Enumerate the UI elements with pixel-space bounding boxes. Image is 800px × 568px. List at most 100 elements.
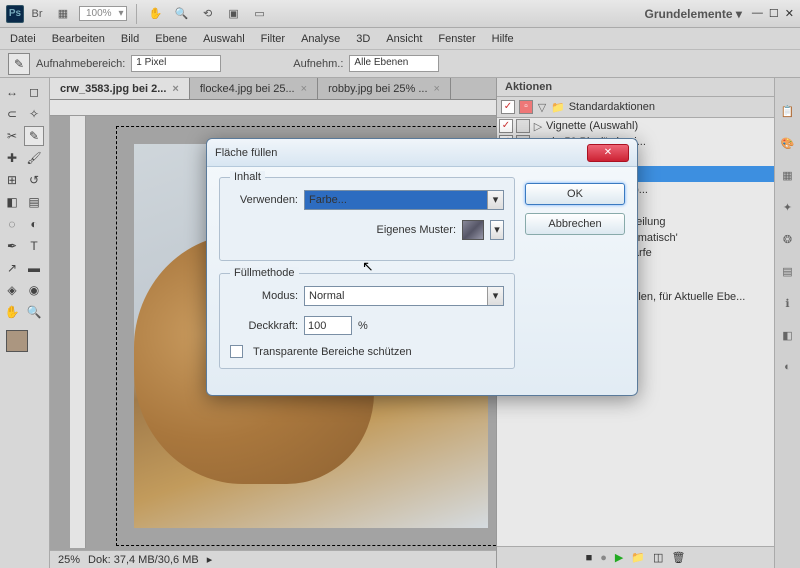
chevron-down-icon[interactable]: ▾ — [487, 287, 503, 305]
menu-auswahl[interactable]: Auswahl — [203, 33, 245, 45]
tab-crw3583[interactable]: crw_3583.jpg bei 2...× — [50, 78, 190, 99]
history-brush-tool[interactable]: ↺ — [24, 170, 44, 190]
pen-tool[interactable]: ✒ — [2, 236, 22, 256]
shape-tool[interactable]: ▬ — [24, 258, 44, 278]
eraser-tool[interactable]: ◧ — [2, 192, 22, 212]
toggle-dialog-icon[interactable] — [516, 119, 530, 133]
3d-cam-tool[interactable]: ◉ — [24, 280, 44, 300]
aufnahmebereich-select[interactable]: 1 Pixel — [131, 55, 221, 72]
info-panel-icon[interactable]: ℹ — [779, 294, 797, 312]
new-action-icon[interactable]: ◫ — [653, 551, 663, 564]
minimize-icon[interactable]: — — [752, 7, 763, 20]
status-arrow-icon[interactable]: ▸ — [207, 553, 213, 566]
blur-tool[interactable]: ◌ — [2, 214, 22, 234]
heal-tool[interactable]: ✚ — [2, 148, 22, 168]
layers-panel-icon[interactable]: ▤ — [779, 262, 797, 280]
cancel-button[interactable]: Abbrechen — [525, 213, 625, 235]
menu-bearbeiten[interactable]: Bearbeiten — [52, 33, 105, 45]
arrange-icon[interactable]: ▣ — [222, 3, 246, 25]
brush-tool[interactable]: 🖌 — [24, 148, 44, 168]
move-tool[interactable]: ↔ — [2, 82, 22, 102]
collapsed-panel-strip: 📋 🎨 ▦ ✦ ❂ ▤ ℹ ◧ ◐ — [774, 78, 800, 568]
action-label: Vignette (Auswahl) — [546, 120, 638, 132]
menu-bild[interactable]: Bild — [121, 33, 139, 45]
dialog-close-button[interactable]: ✕ — [587, 144, 629, 162]
bridge-icon[interactable]: Br — [25, 3, 49, 25]
lasso-tool[interactable]: ⊂ — [2, 104, 22, 124]
zoom-icon[interactable]: 🔍 — [170, 3, 194, 25]
toggle-dialog-icon[interactable]: ▫ — [519, 100, 533, 114]
record-icon[interactable]: ● — [600, 552, 607, 564]
menu-fenster[interactable]: Fenster — [438, 33, 475, 45]
tab-flocke4[interactable]: flocke4.jpg bei 25...× — [190, 78, 318, 99]
menu-ansicht[interactable]: Ansicht — [386, 33, 422, 45]
deckkraft-input[interactable] — [304, 316, 352, 335]
ruler-vertical — [70, 116, 86, 548]
trash-icon[interactable]: 🗑 — [671, 551, 685, 564]
fullmethode-group: Füllmethode Modus: Normal ▾ Deckkraft: %… — [219, 273, 515, 369]
close-icon[interactable]: × — [172, 83, 178, 95]
color-panel-icon[interactable]: 🎨 — [779, 134, 797, 152]
screen-mode-icon[interactable]: ▭ — [248, 3, 272, 25]
swatches-panel-icon[interactable]: ▦ — [779, 166, 797, 184]
foreground-color-swatch[interactable] — [6, 330, 28, 352]
menu-3d[interactable]: 3D — [356, 33, 370, 45]
close-icon[interactable]: ✕ — [785, 7, 794, 20]
actions-panel-title[interactable]: Aktionen — [497, 78, 774, 97]
eyedropper-tool-icon[interactable]: ✎ — [8, 53, 30, 75]
stop-icon[interactable]: ■ — [586, 552, 593, 564]
paths-panel-icon[interactable]: ◐ — [779, 358, 797, 376]
close-icon[interactable]: × — [434, 83, 440, 95]
close-icon[interactable]: × — [301, 83, 307, 95]
menu-datei[interactable]: Datei — [10, 33, 36, 45]
hand-tool[interactable]: ✋ — [2, 302, 22, 322]
ok-button[interactable]: OK — [525, 183, 625, 205]
crop-tool[interactable]: ✂ — [2, 126, 22, 146]
disclosure-icon[interactable]: ▷ — [533, 120, 543, 133]
modus-dropdown[interactable]: Normal ▾ — [304, 286, 504, 306]
3d-tool[interactable]: ◈ — [2, 280, 22, 300]
action-row[interactable]: ✓ ▷Vignette (Auswahl) — [497, 118, 774, 134]
history-panel-icon[interactable]: 📋 — [779, 102, 797, 120]
zoom-tool[interactable]: 🔍 — [24, 302, 44, 322]
disclosure-icon[interactable]: ▽ — [537, 101, 547, 114]
zoom-level[interactable]: 25% — [58, 554, 80, 566]
menu-analyse[interactable]: Analyse — [301, 33, 340, 45]
verwenden-dropdown[interactable]: Farbe... ▾ — [304, 190, 504, 210]
eyedropper-tool[interactable]: ✎ — [24, 126, 44, 146]
adjustments-panel-icon[interactable]: ❂ — [779, 230, 797, 248]
action-set-name[interactable]: Standardaktionen — [569, 101, 655, 113]
maximize-icon[interactable]: ☐ — [769, 7, 779, 20]
menu-hilfe[interactable]: Hilfe — [492, 33, 514, 45]
toggle-check-icon[interactable]: ✓ — [499, 119, 513, 133]
marquee-tool[interactable]: ◻ — [24, 82, 44, 102]
zoom-dropdown[interactable]: 100% — [79, 6, 127, 21]
toggle-check-icon[interactable]: ✓ — [501, 100, 515, 114]
magic-wand-tool[interactable]: ✧ — [24, 104, 44, 124]
channels-panel-icon[interactable]: ◧ — [779, 326, 797, 344]
hand-icon[interactable]: ✋ — [144, 3, 168, 25]
path-tool[interactable]: ↗ — [2, 258, 22, 278]
options-bar: ✎ Aufnahmebereich: 1 Pixel Aufnehm.: All… — [0, 50, 800, 78]
workspace-switcher[interactable]: Grundelemente ▾ — [645, 7, 742, 21]
stamp-tool[interactable]: ⊞ — [2, 170, 22, 190]
play-icon[interactable]: ▶ — [615, 551, 623, 564]
type-tool[interactable]: T — [24, 236, 44, 256]
pattern-swatch[interactable] — [462, 220, 484, 240]
menu-ebene[interactable]: Ebene — [155, 33, 187, 45]
new-set-icon[interactable]: 📁 — [631, 551, 645, 564]
aufnehm-select[interactable]: Alle Ebenen — [349, 55, 439, 72]
deckkraft-label: Deckkraft: — [230, 320, 298, 332]
dodge-tool[interactable]: ◐ — [24, 214, 44, 234]
chevron-down-icon[interactable]: ▾ — [487, 191, 503, 209]
rotate-icon[interactable]: ⟲ — [196, 3, 220, 25]
minibridge-icon[interactable]: ▦ — [51, 3, 75, 25]
gradient-tool[interactable]: ▤ — [24, 192, 44, 212]
styles-panel-icon[interactable]: ✦ — [779, 198, 797, 216]
transparent-checkbox[interactable] — [230, 345, 243, 358]
tab-robby[interactable]: robby.jpg bei 25% ...× — [318, 78, 451, 99]
pattern-picker-button[interactable]: ▾ — [490, 220, 504, 240]
transparent-label: Transparente Bereiche schützen — [253, 346, 412, 358]
menu-filter[interactable]: Filter — [261, 33, 285, 45]
dialog-titlebar[interactable]: Fläche füllen ✕ — [207, 139, 637, 167]
